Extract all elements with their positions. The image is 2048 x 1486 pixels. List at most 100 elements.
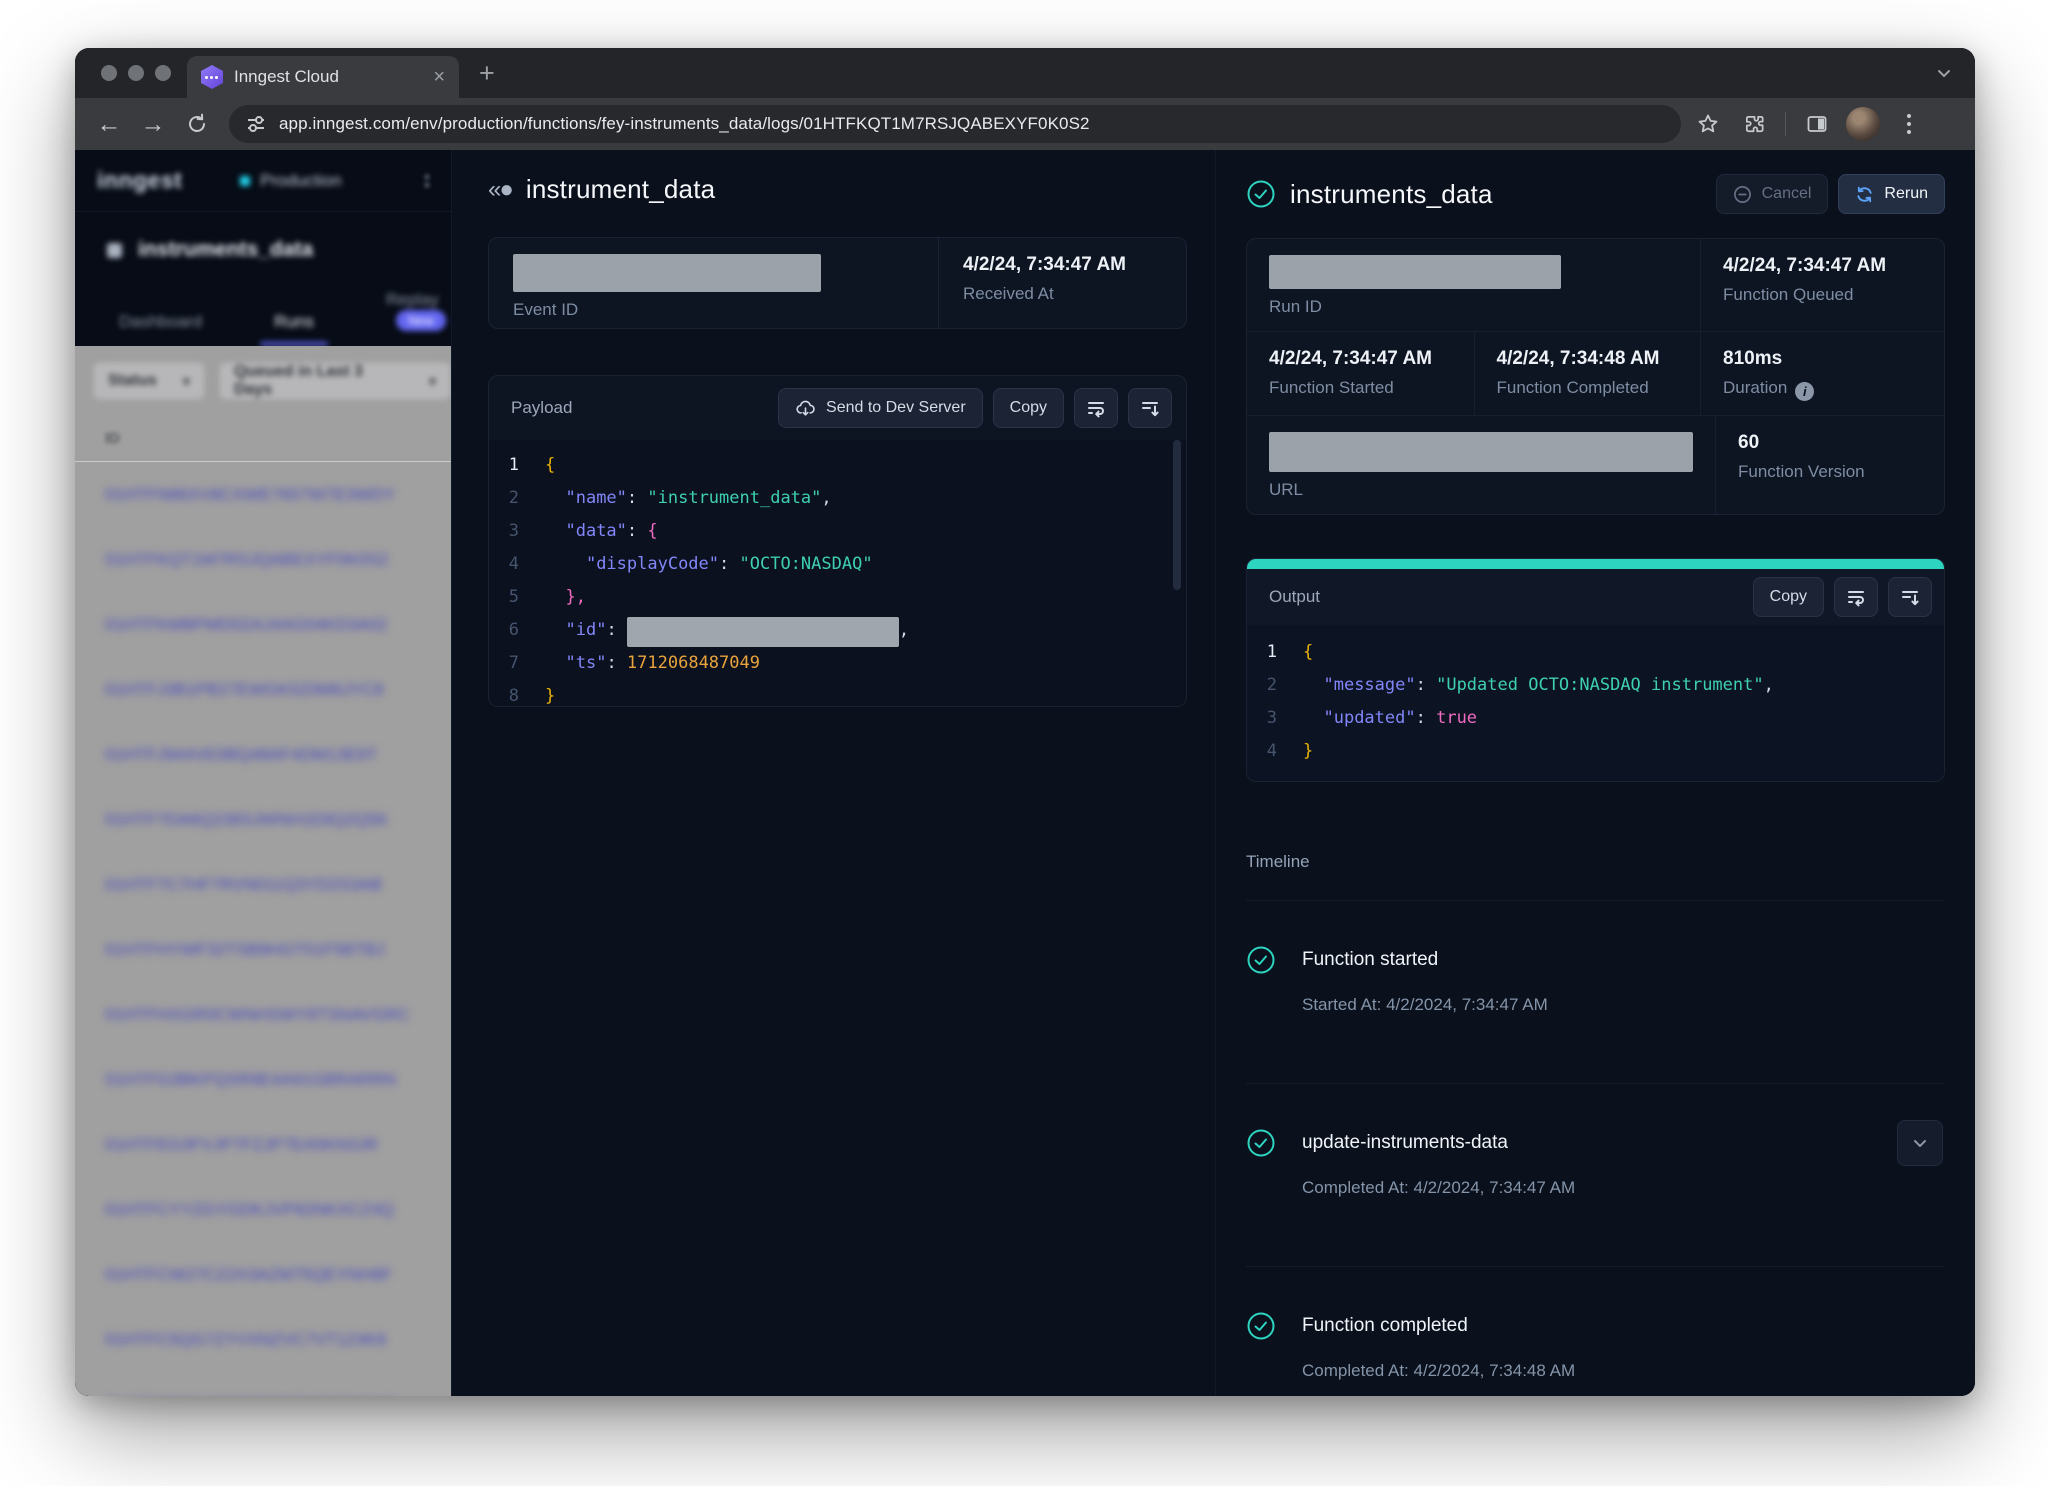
browser-tabstrip: Inngest Cloud × + — [75, 48, 1975, 98]
back-icon[interactable]: ← — [91, 110, 127, 139]
sidebar-tabs: Dashboard Runs ReplayNew — [75, 270, 451, 346]
url-text[interactable]: app.inngest.com/env/production/functions… — [279, 114, 1090, 134]
code-line: 3 "updated": true — [1247, 701, 1944, 734]
status-filter[interactable]: Status▾ — [93, 362, 205, 400]
output-code[interactable]: 1{2 "message": "Updated OCTO:NASDAQ inst… — [1247, 625, 1944, 781]
timeline-item-subtitle: Completed At: 4/2/2024, 7:34:48 AM — [1302, 1361, 1945, 1381]
runs-list-region: Status▾ Queued in Last 3 Days▾ ID 01HTFN… — [75, 346, 451, 1396]
payload-code[interactable]: 1{2 "name": "instrument_data",3 "data": … — [489, 440, 1186, 706]
timeline-item-title: Function started — [1302, 949, 1438, 971]
run-id-link[interactable]: 01HTFKQT1M7RSJQABEXYF0K0S2 — [75, 527, 451, 592]
function-queued-cell: 4/2/24, 7:34:47 AM Function Queued — [1700, 239, 1944, 331]
payload-scrollbar[interactable] — [1173, 440, 1181, 590]
sidebar-kebab-icon[interactable] — [425, 175, 429, 187]
function-icon — [107, 243, 122, 258]
function-version-value: 60 — [1738, 432, 1922, 454]
run-id-redacted — [1269, 255, 1561, 289]
environment-selector[interactable]: Production — [240, 171, 341, 191]
run-id-link[interactable]: 01HTFHYWF32TSB9HGT01F5BTBJ — [75, 917, 451, 982]
traffic-lights[interactable] — [101, 65, 171, 81]
app-content: inngest Production instruments_data Dash… — [75, 150, 1975, 1396]
tab-close-icon[interactable]: × — [433, 67, 445, 87]
run-id-label: Run ID — [1269, 297, 1678, 317]
send-to-dev-server-button[interactable]: Send to Dev Server — [778, 388, 983, 428]
timeline-item-subtitle: Started At: 4/2/2024, 7:34:47 AM — [1302, 995, 1945, 1015]
output-label: Output — [1269, 587, 1743, 607]
run-id-link[interactable]: 01HTFG3BKPQSR9E4A91GBRARRN — [75, 1047, 451, 1112]
run-id-link[interactable]: 01HTFKMBPMD0ZAJ4AG04KD3A02 — [75, 592, 451, 657]
expand-step-button[interactable] — [1897, 1120, 1943, 1166]
function-queued-value: 4/2/24, 7:34:47 AM — [1723, 255, 1922, 277]
browser-tab[interactable]: Inngest Cloud × — [187, 56, 459, 98]
extensions-icon[interactable] — [1735, 105, 1773, 143]
code-line: 4 "displayCode": "OCTO:NASDAQ" — [489, 547, 1186, 580]
code-line: 2 "message": "Updated OCTO:NASDAQ instru… — [1247, 668, 1944, 701]
tab-search-chevron-icon[interactable] — [1935, 64, 1953, 82]
minus-circle-icon — [1733, 185, 1752, 204]
run-id-link[interactable]: 01HTFCYYZGYGDKJVP82NKXCZ4Q — [75, 1177, 451, 1242]
time-filter[interactable]: Queued in Last 3 Days▾ — [219, 362, 451, 400]
tab-dashboard[interactable]: Dashboard — [119, 302, 202, 346]
tab-runs[interactable]: Runs — [274, 302, 314, 346]
payload-copy-button[interactable]: Copy — [993, 388, 1064, 428]
new-badge: New — [396, 310, 446, 331]
expand-lines-icon[interactable] — [1128, 388, 1172, 428]
expand-lines-icon[interactable] — [1888, 577, 1932, 617]
url-bar[interactable]: app.inngest.com/env/production/functions… — [229, 105, 1681, 143]
function-version-cell: 60 Function Version — [1715, 416, 1944, 514]
run-id-link[interactable]: 01HTFHXGR0CWNHSWY8TSNAVGRC — [75, 982, 451, 1047]
word-wrap-icon[interactable] — [1074, 388, 1118, 428]
cancel-button[interactable]: Cancel — [1716, 174, 1829, 214]
tab-replay[interactable]: ReplayNew — [386, 280, 446, 346]
event-title: instrument_data — [526, 174, 715, 205]
close-window-icon[interactable] — [101, 65, 117, 81]
code-line: 2 "name": "instrument_data", — [489, 481, 1186, 514]
runs-filters: Status▾ Queued in Last 3 Days▾ — [75, 346, 451, 400]
maximize-window-icon[interactable] — [155, 65, 171, 81]
run-details-card: Run ID 4/2/24, 7:34:47 AM Function Queue… — [1246, 238, 1945, 515]
site-settings-icon[interactable] — [237, 109, 275, 139]
output-copy-button[interactable]: Copy — [1753, 577, 1824, 617]
function-completed-value: 4/2/24, 7:34:48 AM — [1497, 348, 1679, 370]
run-title: instruments_data — [1290, 179, 1493, 210]
timeline-item-function-completed: Function completed Completed At: 4/2/202… — [1246, 1267, 1945, 1396]
bookmark-star-icon[interactable] — [1689, 105, 1727, 143]
duration-cell: 810ms Durationi — [1700, 332, 1944, 415]
timeline-item-subtitle: Completed At: 4/2/2024, 7:34:47 AM — [1302, 1178, 1945, 1198]
run-id-link[interactable]: 01HTFJ3B1PB27EWGK5Z0M6JYC8 — [75, 657, 451, 722]
run-id-link[interactable]: 01HTFCR9KAPQP0R6PZK3MQNMX8 — [75, 1372, 451, 1396]
avatar[interactable] — [1844, 105, 1882, 143]
run-id-link[interactable]: 01HTFCW27CZ2X3AZM75QEYNH8F — [75, 1242, 451, 1307]
code-line: 5 }, — [489, 580, 1186, 613]
run-id-link[interactable]: 01HTFC5QG7ZYVXNZVC7VT1Z4K6 — [75, 1307, 451, 1372]
code-line: 1{ — [489, 448, 1186, 481]
info-icon[interactable]: i — [1795, 382, 1814, 401]
event-id-redacted — [513, 254, 821, 292]
run-id-link[interactable]: 01HTFEG3FVJP7FZJP7EA5KN3JR — [75, 1112, 451, 1177]
event-id-cell: Event ID — [489, 238, 938, 328]
env-label: Production — [260, 171, 341, 191]
rerun-button[interactable]: Rerun — [1838, 174, 1945, 214]
duration-value: 810ms — [1723, 348, 1922, 370]
run-id-link[interactable]: 01HTF7C7HF7RVN011Q3YD2S3AB — [75, 852, 451, 917]
run-id-link[interactable]: 01HTF7DA6Q238SJWNH1E8Q2Q5K — [75, 787, 451, 852]
new-tab-button[interactable]: + — [479, 58, 495, 89]
function-version-label: Function Version — [1738, 462, 1922, 482]
minimize-window-icon[interactable] — [128, 65, 144, 81]
menu-kebab-icon[interactable] — [1890, 105, 1928, 143]
url-redacted — [1269, 432, 1693, 472]
word-wrap-icon[interactable] — [1834, 577, 1878, 617]
timeline-item-function-started: Function started Started At: 4/2/2024, 7… — [1246, 901, 1945, 1055]
payload-card: Payload Send to Dev Server Copy — [488, 375, 1187, 707]
event-id-card: Event ID 4/2/24, 7:34:47 AM Received At — [488, 237, 1187, 329]
run-panel: instruments_data Cancel Rerun — [1215, 150, 1975, 1396]
forward-icon[interactable]: → — [135, 110, 171, 139]
run-id-link[interactable]: 01HTFN86XV8CXWE7657W7E3WDY — [75, 462, 451, 527]
run-id-link[interactable]: 01HTFJ944VE0BQ48AF4DM13E9T — [75, 722, 451, 787]
success-check-icon — [1246, 1311, 1276, 1341]
function-completed-label: Function Completed — [1497, 378, 1679, 398]
inngest-logo[interactable]: inngest — [97, 167, 182, 194]
reload-icon[interactable] — [179, 112, 215, 136]
success-check-icon — [1246, 1128, 1276, 1158]
side-panel-icon[interactable] — [1798, 105, 1836, 143]
